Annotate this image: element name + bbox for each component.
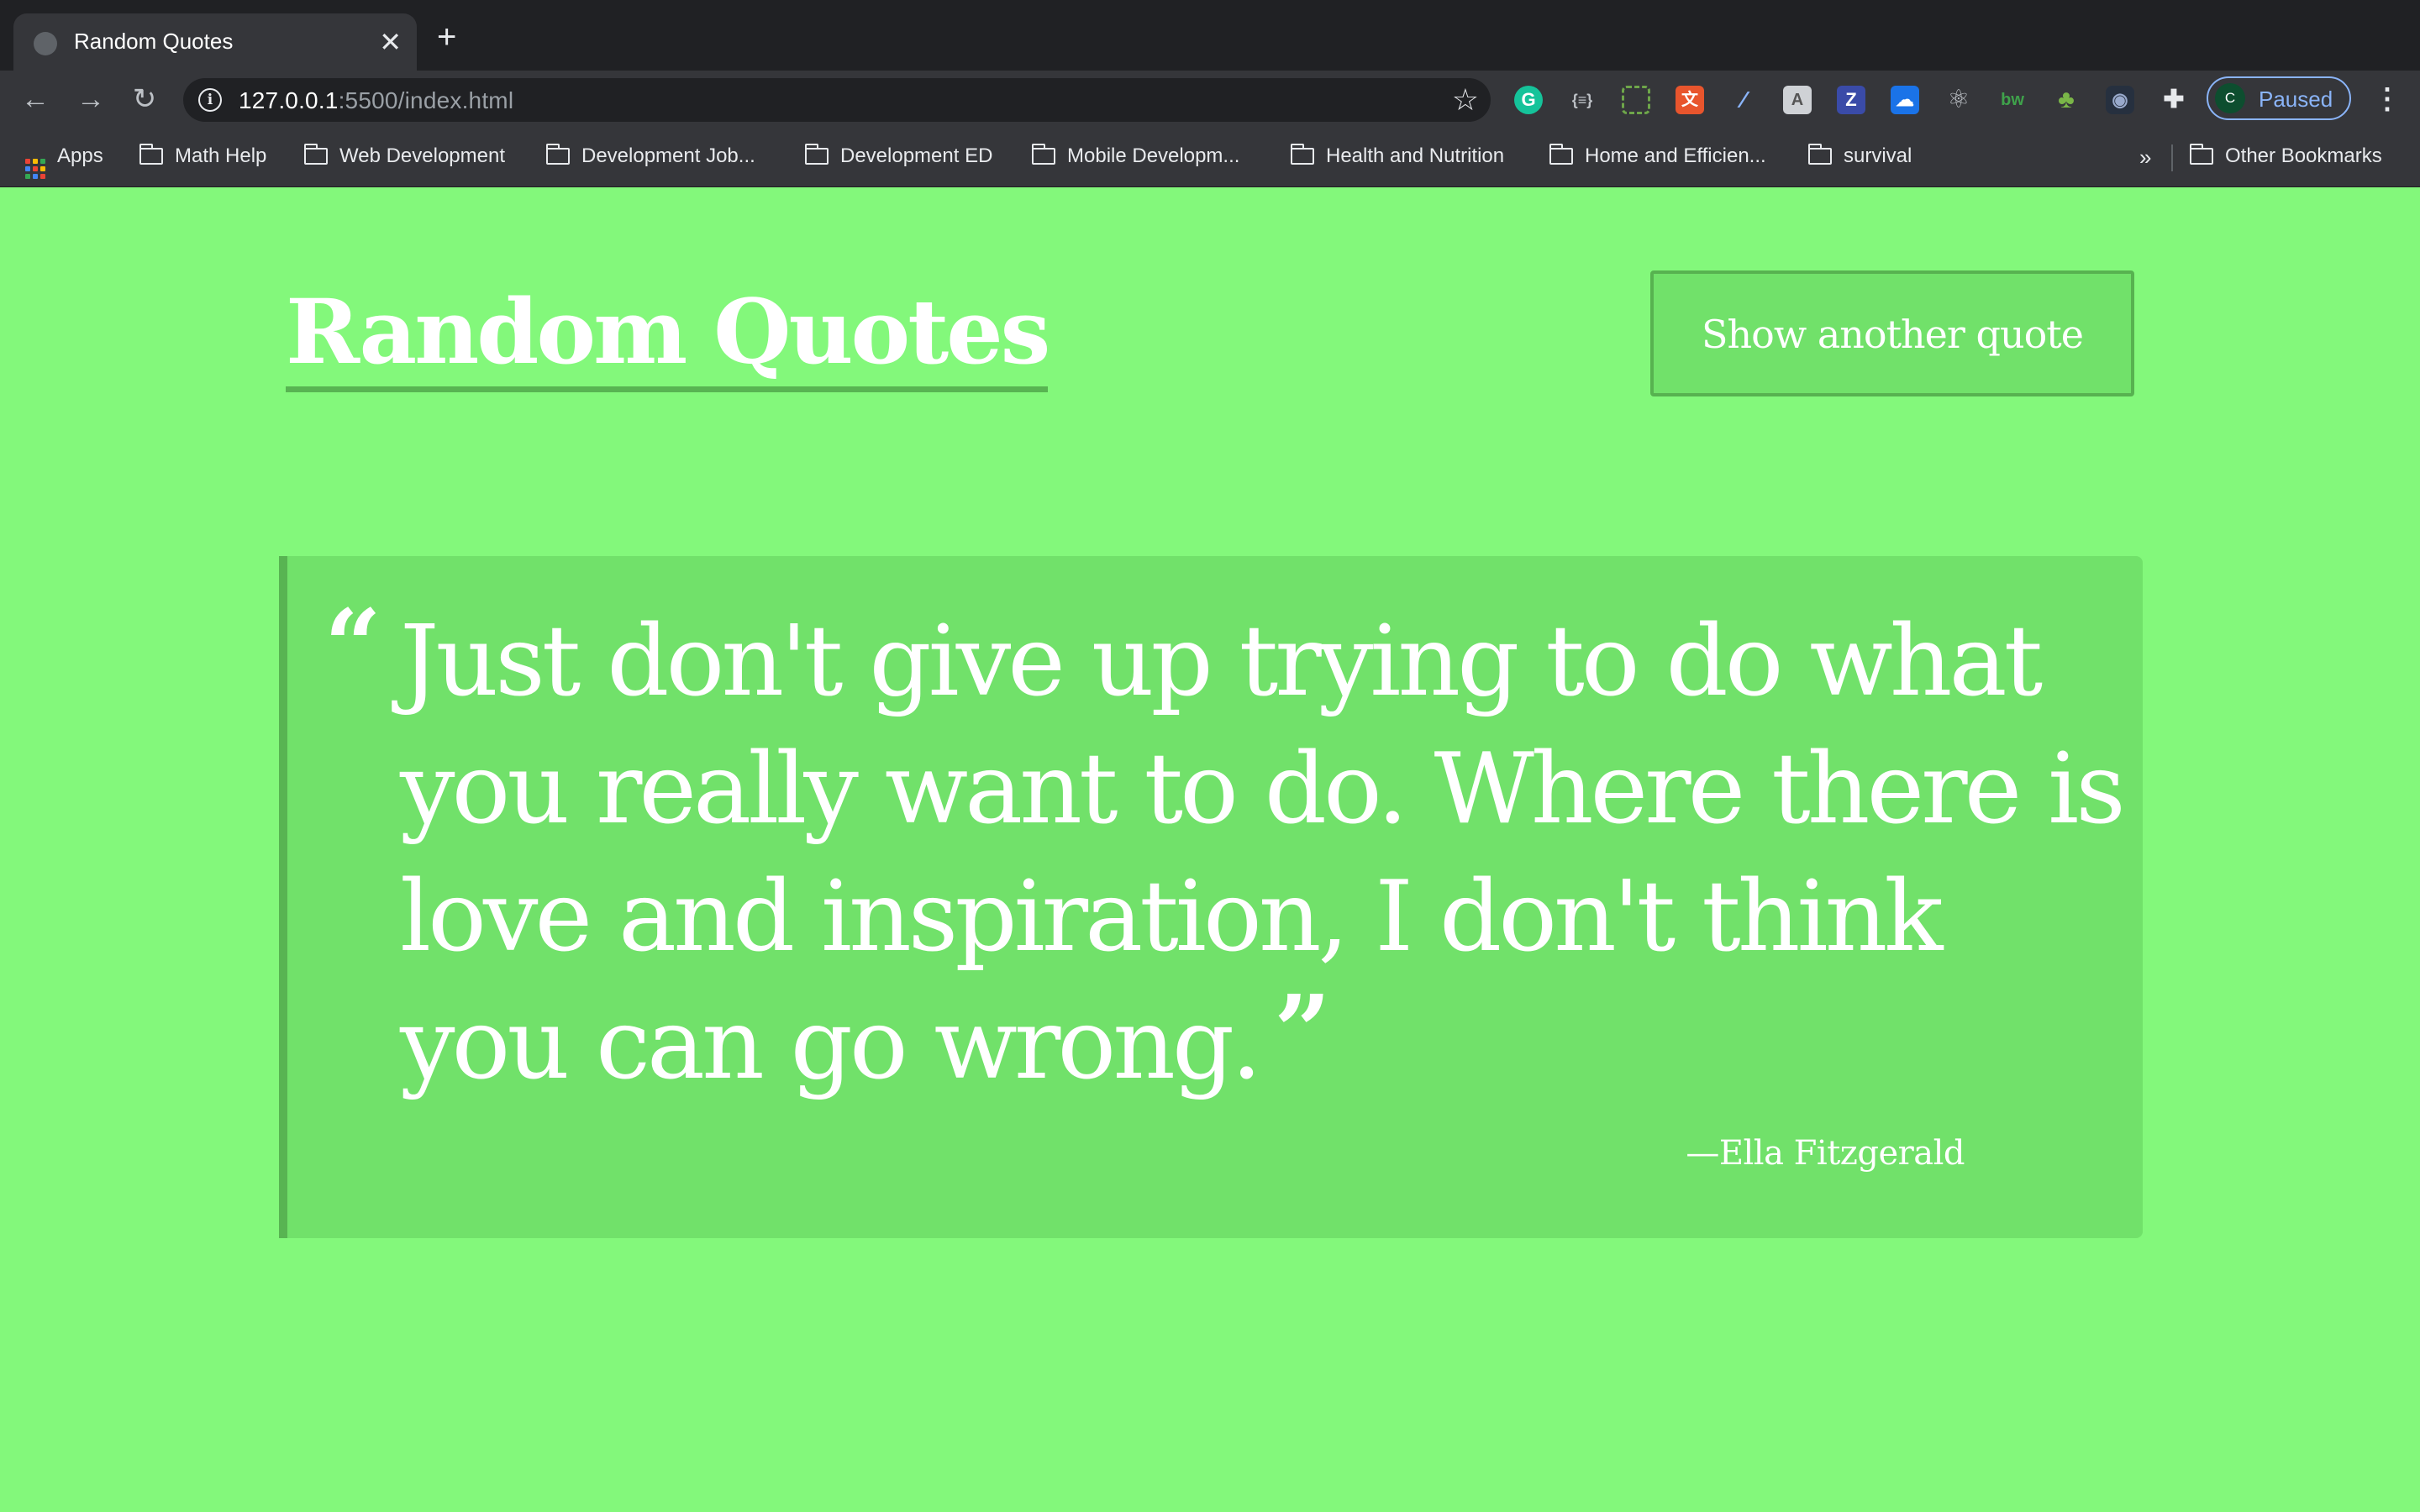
grammarly-icon[interactable]: G <box>1514 86 1543 114</box>
bookmarks-overflow-button[interactable]: » <box>2139 144 2151 170</box>
zotero-icon[interactable]: Z <box>1837 86 1865 114</box>
close-icon[interactable]: ✕ <box>379 25 402 59</box>
bookmark-folder[interactable]: Development Job... <box>545 144 755 170</box>
address-bar[interactable]: i 127.0.0.1:5500/index.html ☆ <box>183 78 1491 122</box>
quote-text: Just don't give up trying to do what you… <box>400 598 2131 1109</box>
react-devtools-icon[interactable]: ⚛ <box>1944 86 1973 114</box>
bookmark-folder[interactable]: Home and Efficien... <box>1549 144 1766 170</box>
folder-icon <box>1290 144 1314 165</box>
bw-icon[interactable]: bw <box>1998 86 2027 114</box>
profile-status-label: Paused <box>2259 87 2333 112</box>
kebab-menu-icon[interactable]: ⋮ <box>2373 81 2402 118</box>
avatar: C <box>2215 83 2245 113</box>
browser-toolbar: ← → ↻ i 127.0.0.1:5500/index.html ☆ G {≡… <box>0 71 2420 129</box>
bookmark-folder[interactable]: Development ED <box>804 144 992 170</box>
bookmark-folder[interactable]: Math Help <box>139 144 266 170</box>
tab-strip: Random Quotes ✕ + <box>0 0 2420 71</box>
puzzle-icon[interactable]: ✚ <box>2160 86 2188 114</box>
divider <box>2171 144 2173 171</box>
folder-icon <box>303 144 328 165</box>
quote-body: Just don't give up trying to do what you… <box>400 605 2126 1101</box>
folder-icon <box>139 144 163 165</box>
quote-author: —Ella Fitzgerald <box>1686 1134 1965 1173</box>
open-quote-mark: “ <box>324 587 381 704</box>
reload-icon[interactable]: ↻ <box>126 81 163 118</box>
info-icon[interactable]: i <box>198 88 222 112</box>
folder-icon <box>1031 144 1055 165</box>
profile-button[interactable]: C Paused <box>2207 76 2351 120</box>
bookmark-folder[interactable]: Health and Nutrition <box>1290 144 1504 170</box>
folder-icon <box>1549 144 1573 165</box>
plus-icon[interactable]: + <box>437 20 456 54</box>
forward-arrow-icon[interactable]: → <box>72 81 109 118</box>
quote-card: “ Just don't give up trying to do what y… <box>279 556 2143 1238</box>
bookmark-folder[interactable]: survival <box>1807 144 1912 170</box>
bookmark-folder[interactable]: Web Development <box>303 144 505 170</box>
tree-icon[interactable]: ♣ <box>2052 86 2081 114</box>
url-text: 127.0.0.1:5500/index.html <box>239 87 514 113</box>
bookmark-apps[interactable]: Apps <box>25 144 103 179</box>
cloud-icon[interactable]: ☁ <box>1891 86 1919 114</box>
screenshot-icon[interactable] <box>1622 86 1650 114</box>
folder-icon <box>1807 144 1832 165</box>
folder-icon <box>2189 144 2213 165</box>
back-arrow-icon[interactable]: ← <box>17 81 54 118</box>
star-icon[interactable]: ☆ <box>1452 81 1479 118</box>
bookmark-folder[interactable]: Mobile Developm... <box>1031 144 1239 170</box>
folder-icon <box>804 144 829 165</box>
translate-icon[interactable]: 文 <box>1676 86 1704 114</box>
json-viewer-icon[interactable]: {≡} <box>1568 86 1597 114</box>
tab-random-quotes[interactable]: Random Quotes ✕ <box>13 13 417 71</box>
globe-icon <box>34 32 57 55</box>
camera-icon[interactable]: ◉ <box>2106 86 2134 114</box>
bookmark-other[interactable]: Other Bookmarks <box>2189 144 2382 170</box>
bookmarks-bar: Apps Math Help Web Development Developme… <box>0 129 2420 187</box>
show-another-quote-button[interactable]: Show another quote <box>1650 270 2134 396</box>
color-picker-icon[interactable]: ⁄ <box>1729 86 1758 114</box>
apps-grid-icon <box>25 159 45 179</box>
folder-icon <box>545 144 570 165</box>
page-title: Random Quotes <box>286 277 1050 392</box>
close-quote-mark: ” <box>1274 973 1331 1089</box>
font-icon[interactable]: A <box>1783 86 1812 114</box>
tab-title: Random Quotes <box>74 29 234 54</box>
